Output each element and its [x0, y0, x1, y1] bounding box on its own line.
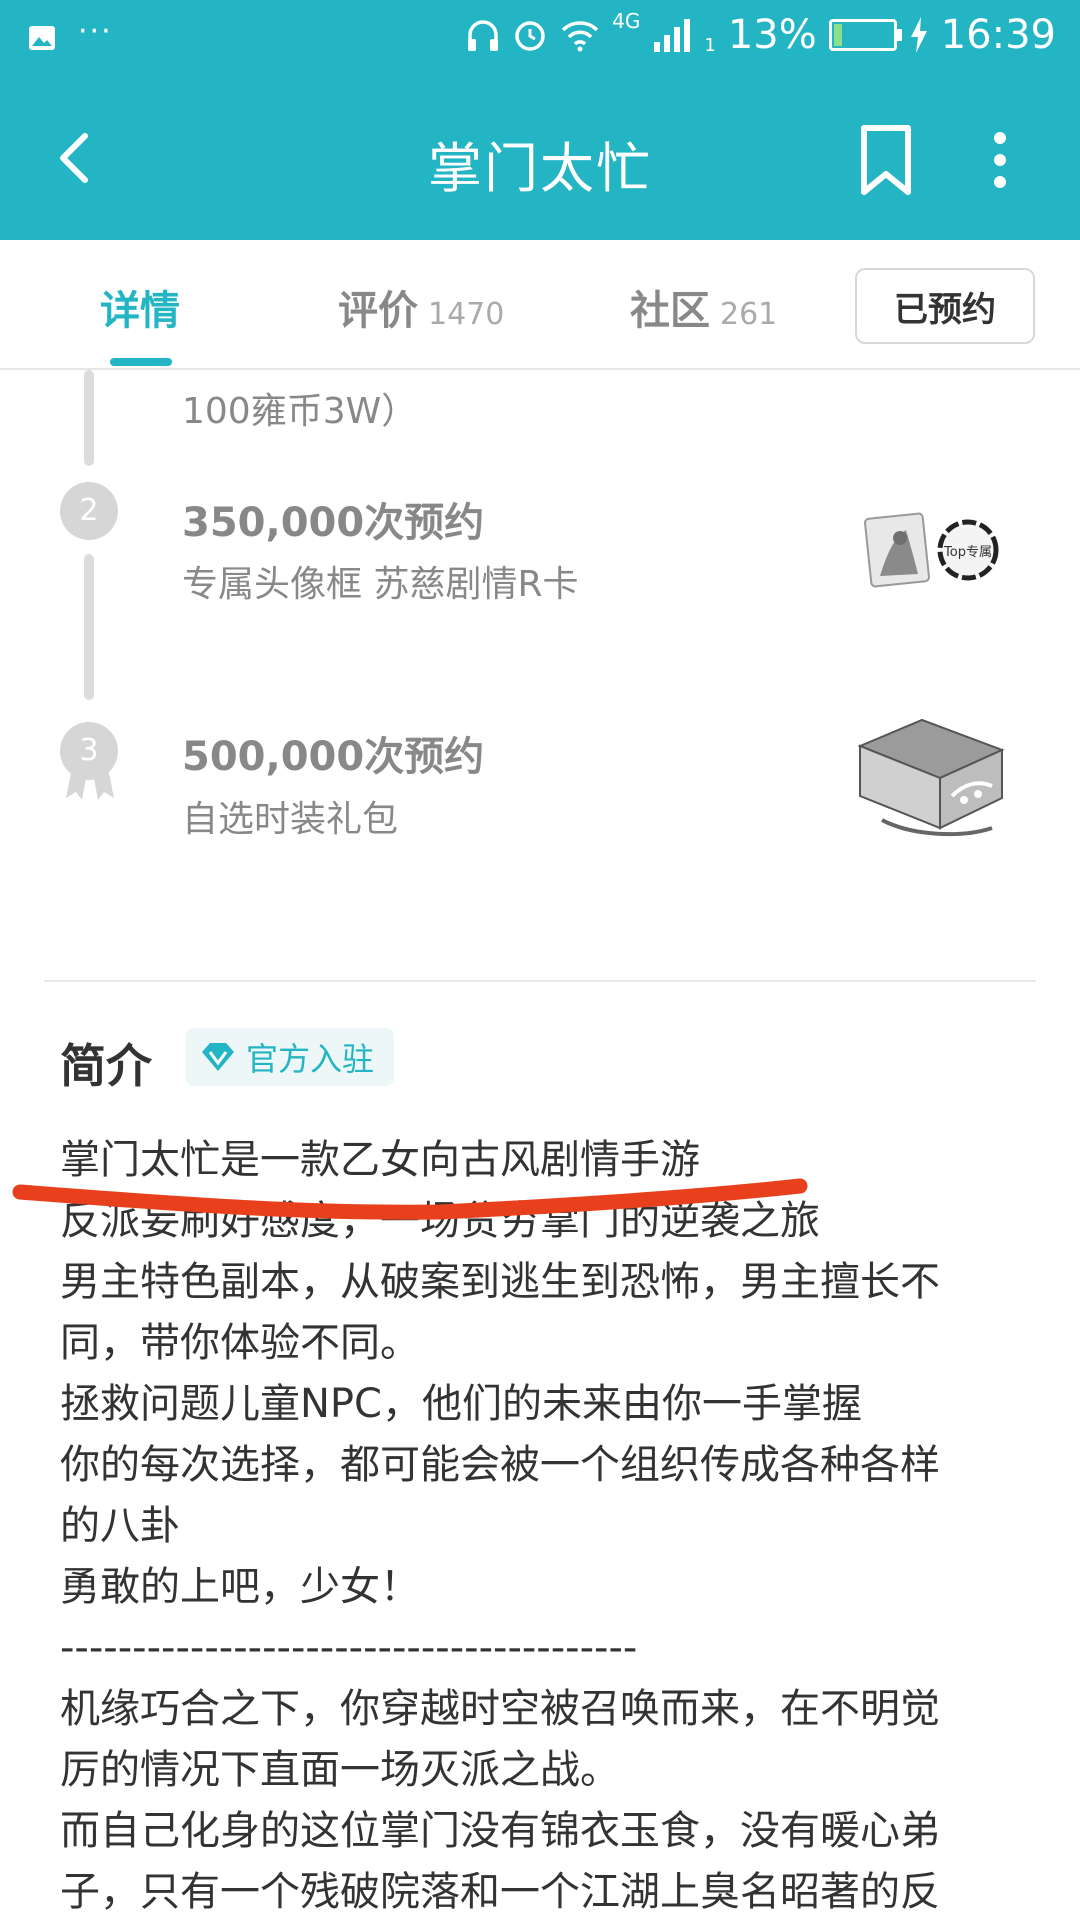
milestone-badge: 2	[60, 482, 118, 540]
app-bar: ··· 4G 1 13% 16:39 掌门太忙	[0, 0, 1080, 240]
intro-line: 掌门太忙是一款乙女向古风剧情手游	[60, 1137, 700, 1183]
tab-reviews[interactable]: 评价 1470	[338, 278, 504, 336]
more-vertical-icon[interactable]	[975, 120, 1025, 200]
intro-line: 同，带你体验不同。	[60, 1320, 420, 1366]
intro-line: 反派妄刷好感度，一场贫穷掌门的逆袭之旅	[60, 1198, 820, 1244]
sim-slot: 1	[704, 34, 716, 56]
tab-bar: 详情 评价 1470 社区 261 已预约	[0, 240, 1080, 370]
timeline-line	[84, 370, 94, 466]
milestone-reward: 自选时装礼包	[182, 799, 399, 840]
intro-line: 拯救问题儿童NPC，他们的未来由你一手掌握	[60, 1381, 862, 1427]
tab-label: 评价	[338, 288, 418, 334]
milestone-title: 500,000次预约	[182, 734, 485, 780]
official-badge-label: 官方入驻	[246, 1040, 375, 1078]
official-badge: 官方入驻	[186, 1028, 395, 1086]
tab-community[interactable]: 社区 261	[630, 278, 777, 336]
signal-icon	[654, 19, 691, 52]
tab-count: 261	[720, 297, 778, 332]
headphones-icon	[468, 20, 499, 51]
gift-box-reward-image	[857, 718, 1005, 837]
tab-label: 详情	[100, 288, 180, 334]
intro-line: ----------------------------------------	[60, 1625, 638, 1671]
active-tab-indicator	[110, 358, 172, 366]
wifi-icon	[561, 21, 599, 52]
avatar-frame-reward-image: Top专属	[864, 512, 999, 588]
diamond-icon	[202, 1043, 234, 1071]
bookmark-icon[interactable]	[850, 120, 922, 200]
intro-line: 机缘巧合之下，你穿越时空被召唤而来，在不明觉	[60, 1686, 940, 1732]
intro-line: 的八卦	[60, 1503, 180, 1549]
intro-text: 掌门太忙是一款乙女向古风剧情手游 反派妄刷好感度，一场贫穷掌门的逆袭之旅 男主特…	[60, 1130, 1000, 1923]
milestone-reward: 专属头像框 苏慈剧情R卡	[182, 564, 579, 605]
more-dots-icon: ···	[78, 14, 113, 49]
charging-icon	[910, 17, 927, 53]
battery-fill	[833, 24, 842, 46]
clock: 16:39	[940, 12, 1056, 58]
alarm-icon	[515, 21, 545, 51]
intro-line: 男主特色副本，从破案到逃生到恐怖，男主擅长不	[60, 1259, 940, 1305]
medal-ribbon-icon	[66, 768, 114, 800]
milestone-badge-number: 3	[79, 733, 99, 768]
toolbar: 掌门太忙	[0, 80, 1080, 240]
tab-count: 1470	[428, 297, 505, 332]
section-divider	[44, 980, 1036, 982]
reserved-button[interactable]: 已预约	[855, 268, 1035, 344]
intro-line: 勇敢的上吧，少女！	[60, 1564, 420, 1610]
timeline-line	[84, 554, 94, 700]
tab-details[interactable]: 详情	[100, 278, 180, 336]
reward-image-label: Top专属	[943, 545, 992, 560]
intro-line: 而自己化身的这位掌门没有锦衣玉食，没有暖心弟	[60, 1808, 940, 1854]
battery-percent: 13%	[727, 12, 817, 58]
milestone-reward: 100雍币3W）	[182, 391, 418, 432]
status-bar: ··· 4G 1 13% 16:39	[0, 0, 1080, 76]
network-type: 4G	[612, 9, 641, 33]
milestone-title: 350,000次预约	[182, 500, 485, 546]
intro-heading: 简介	[60, 1039, 152, 1093]
battery-icon	[828, 19, 902, 51]
intro-line: 你的每次选择，都可能会被一个组织传成各种各样	[60, 1442, 940, 1488]
intro-line: 子，只有一个残破院落和一个江湖上臭名昭著的反	[60, 1869, 940, 1915]
image-icon	[29, 25, 55, 50]
intro-line: 厉的情况下直面一场灭派之战。	[60, 1747, 620, 1793]
tab-label: 社区	[630, 288, 710, 334]
